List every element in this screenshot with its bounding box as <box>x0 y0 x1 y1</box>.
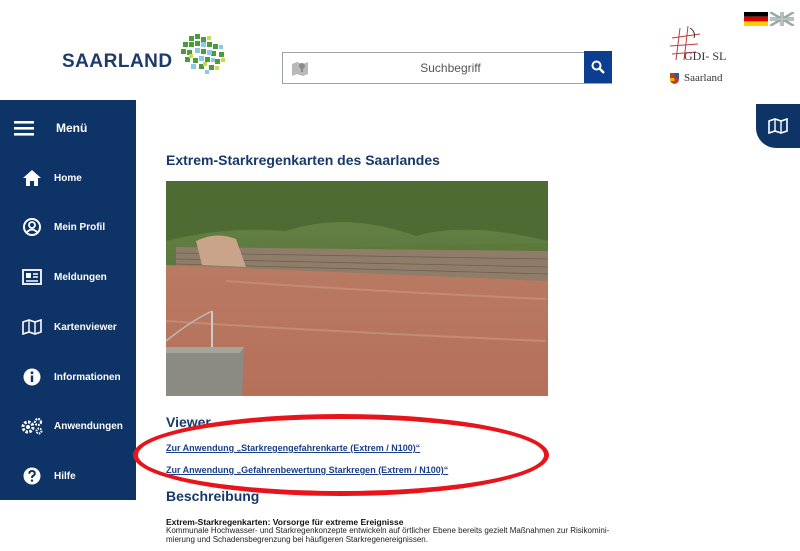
news-icon <box>12 269 52 285</box>
sidebar-item-applications[interactable]: Anwendungen <box>0 406 136 446</box>
sidebar-item-news[interactable]: Meldungen <box>0 257 136 297</box>
sidebar-item-label: Meldungen <box>54 271 107 283</box>
search-icon <box>591 60 605 74</box>
sidebar-menu: Menü Home Mein Profil Meldungen Kartenvi… <box>0 100 136 500</box>
sidebar-item-label: Anwendungen <box>54 420 123 432</box>
menu-toggle[interactable]: Menü <box>0 108 136 148</box>
flag-de-icon[interactable] <box>744 12 768 26</box>
help-icon <box>12 467 52 485</box>
coat-of-arms-icon <box>670 72 679 84</box>
highlight-ellipse <box>133 414 549 496</box>
page-title: Extrem-Starkregenkarten des Saarlandes <box>166 152 440 168</box>
sidebar-item-mapviewer[interactable]: Kartenviewer <box>0 307 136 347</box>
page-header: SAARLAND Suchbegriff GDI- SL Saarland <box>0 0 800 100</box>
description-line: Kommunale Hochwasser- und Starkregenkonz… <box>166 526 610 535</box>
saarland-map-icon <box>180 34 225 74</box>
map-pin-icon[interactable] <box>283 60 317 76</box>
sidebar-item-home[interactable]: Home <box>0 158 136 198</box>
gdi-sl-logo[interactable]: GDI- SL Saarland <box>664 24 744 94</box>
sidebar-item-label: Mein Profil <box>54 221 106 233</box>
search-bar <box>282 51 612 84</box>
description-heading: Beschreibung <box>166 488 260 504</box>
sidebar-item-label: Hilfe <box>54 470 76 482</box>
flag-uk-icon[interactable] <box>770 12 794 26</box>
map-icon <box>12 319 52 335</box>
description-text: Kommunale Hochwasser- und Starkregenkonz… <box>166 526 766 544</box>
saarland-sub-label: Saarland <box>684 72 723 84</box>
sidebar-item-info[interactable]: Informationen <box>0 357 136 397</box>
map-icon <box>768 118 788 134</box>
sidebar-item-label: Home <box>54 172 82 184</box>
hamburger-icon <box>4 120 44 136</box>
language-switcher <box>744 12 794 26</box>
user-icon <box>12 218 52 236</box>
sidebar-item-help[interactable]: Hilfe <box>0 456 136 496</box>
search-input[interactable] <box>317 53 584 83</box>
info-icon <box>12 368 52 386</box>
sidebar-item-label: Kartenviewer <box>54 321 117 333</box>
home-icon <box>12 169 52 187</box>
saarland-logo[interactable]: SAARLAND <box>62 34 231 76</box>
gears-icon <box>12 417 52 435</box>
search-button[interactable] <box>584 51 612 83</box>
description-line: mierung und Schadensbegrenzung bei häufi… <box>166 535 428 544</box>
logo-text: SAARLAND <box>62 51 173 72</box>
flood-photo <box>166 181 548 396</box>
sidebar-item-label: Informationen <box>54 371 121 383</box>
map-viewer-tab[interactable] <box>756 104 800 148</box>
sidebar-item-profile[interactable]: Mein Profil <box>0 207 136 247</box>
saarland-subtitle: Saarland <box>670 72 722 84</box>
gdi-label: GDI- SL <box>684 49 727 63</box>
menu-label: Menü <box>56 121 88 135</box>
